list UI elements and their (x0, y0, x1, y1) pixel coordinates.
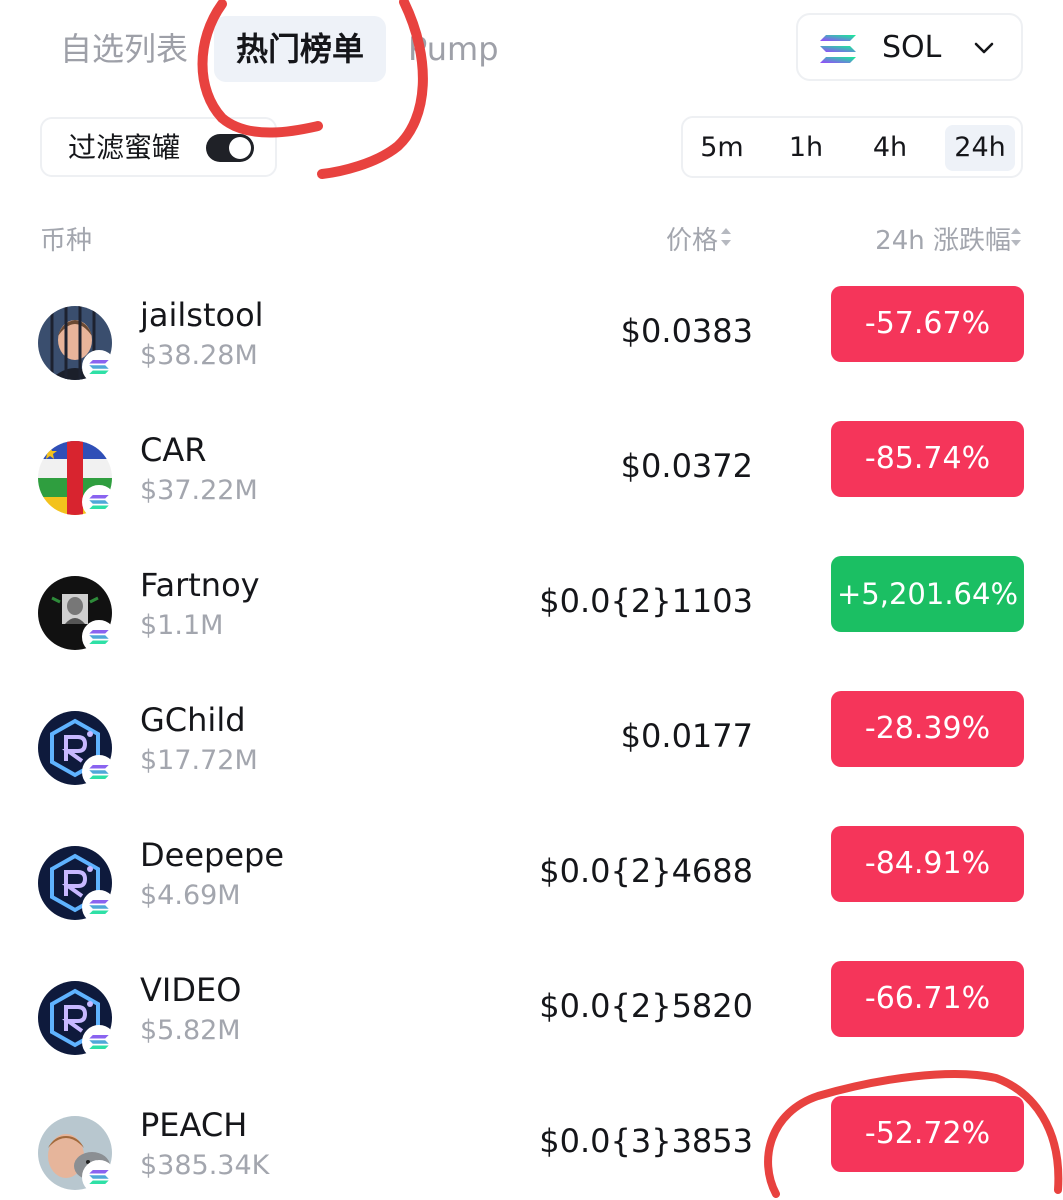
chain-selector[interactable]: SOL (796, 13, 1023, 81)
solana-icon (82, 485, 116, 519)
timeframe-24h[interactable]: 24h (945, 125, 1015, 171)
token-name: Fartnoy (140, 566, 260, 604)
token-market-cap: $385.34K (140, 1150, 270, 1181)
solana-icon (820, 35, 856, 63)
chain-label: SOL (882, 30, 942, 65)
change-badge: +5,201.64% (831, 556, 1024, 632)
token-name: GChild (140, 701, 246, 739)
solana-icon (82, 890, 116, 924)
token-market-cap: $37.22M (140, 475, 258, 506)
solana-icon (82, 755, 116, 789)
timeframe-selector: 5m 1h 4h 24h (681, 116, 1023, 178)
filter-label: 过滤蜜罐 (68, 131, 181, 164)
change-badge: -52.72% (831, 1096, 1024, 1172)
token-price: $0.0177 (620, 717, 753, 755)
column-price[interactable]: 价格 (666, 220, 718, 257)
toggle-knob (229, 137, 251, 159)
token-price: $0.0{2}5820 (539, 987, 753, 1025)
change-badge: -85.74% (831, 421, 1024, 497)
token-price: $0.0372 (620, 447, 753, 485)
timeframe-4h[interactable]: 4h (857, 125, 923, 171)
chevron-down-icon (974, 42, 994, 54)
change-badge: -57.67% (831, 286, 1024, 362)
tab-trending[interactable]: 热门榜单 (214, 16, 387, 82)
column-coin: 币种 (40, 226, 93, 256)
token-market-cap: $4.69M (140, 880, 241, 911)
token-name: PEACH (140, 1106, 248, 1144)
tab-pump[interactable]: Pump (408, 16, 499, 82)
solana-icon (82, 350, 116, 384)
change-badge: -28.39% (831, 691, 1024, 767)
token-market-cap: $1.1M (140, 610, 224, 641)
timeframe-5m[interactable]: 5m (691, 125, 753, 171)
token-name: CAR (140, 431, 207, 469)
sort-icon[interactable] (1009, 224, 1023, 250)
timeframe-1h[interactable]: 1h (775, 125, 837, 171)
token-market-cap: $5.82M (140, 1015, 241, 1046)
token-price: $0.0{2}1103 (539, 582, 753, 620)
change-badge: -66.71% (831, 961, 1024, 1037)
top-tabs: 自选列表 热门榜单 Pump (0, 0, 780, 100)
solana-icon (82, 1160, 116, 1194)
token-name: jailstool (140, 296, 264, 334)
filter-toggle[interactable] (206, 134, 254, 162)
token-price: $0.0{3}3853 (539, 1122, 753, 1160)
honeypot-filter: 过滤蜜罐 (40, 117, 277, 177)
token-row[interactable]: PEACH $385.34K $0.0{3}3853 -52.72% (0, 1096, 1063, 1200)
token-name: VIDEO (140, 971, 242, 1009)
token-price: $0.0{2}4688 (539, 852, 753, 890)
column-header: 币种 价格 24h 涨跌幅 (0, 212, 1063, 262)
token-market-cap: $38.28M (140, 340, 258, 371)
token-price: $0.0383 (620, 312, 753, 350)
sort-icon[interactable] (719, 224, 733, 250)
column-change[interactable]: 24h 涨跌幅 (875, 220, 1011, 257)
token-market-cap: $17.72M (140, 745, 258, 776)
tab-watchlist[interactable]: 自选列表 (60, 16, 188, 82)
change-badge: -84.91% (831, 826, 1024, 902)
solana-icon (82, 620, 116, 654)
solana-icon (82, 1025, 116, 1059)
token-name: Deepepe (140, 836, 285, 874)
